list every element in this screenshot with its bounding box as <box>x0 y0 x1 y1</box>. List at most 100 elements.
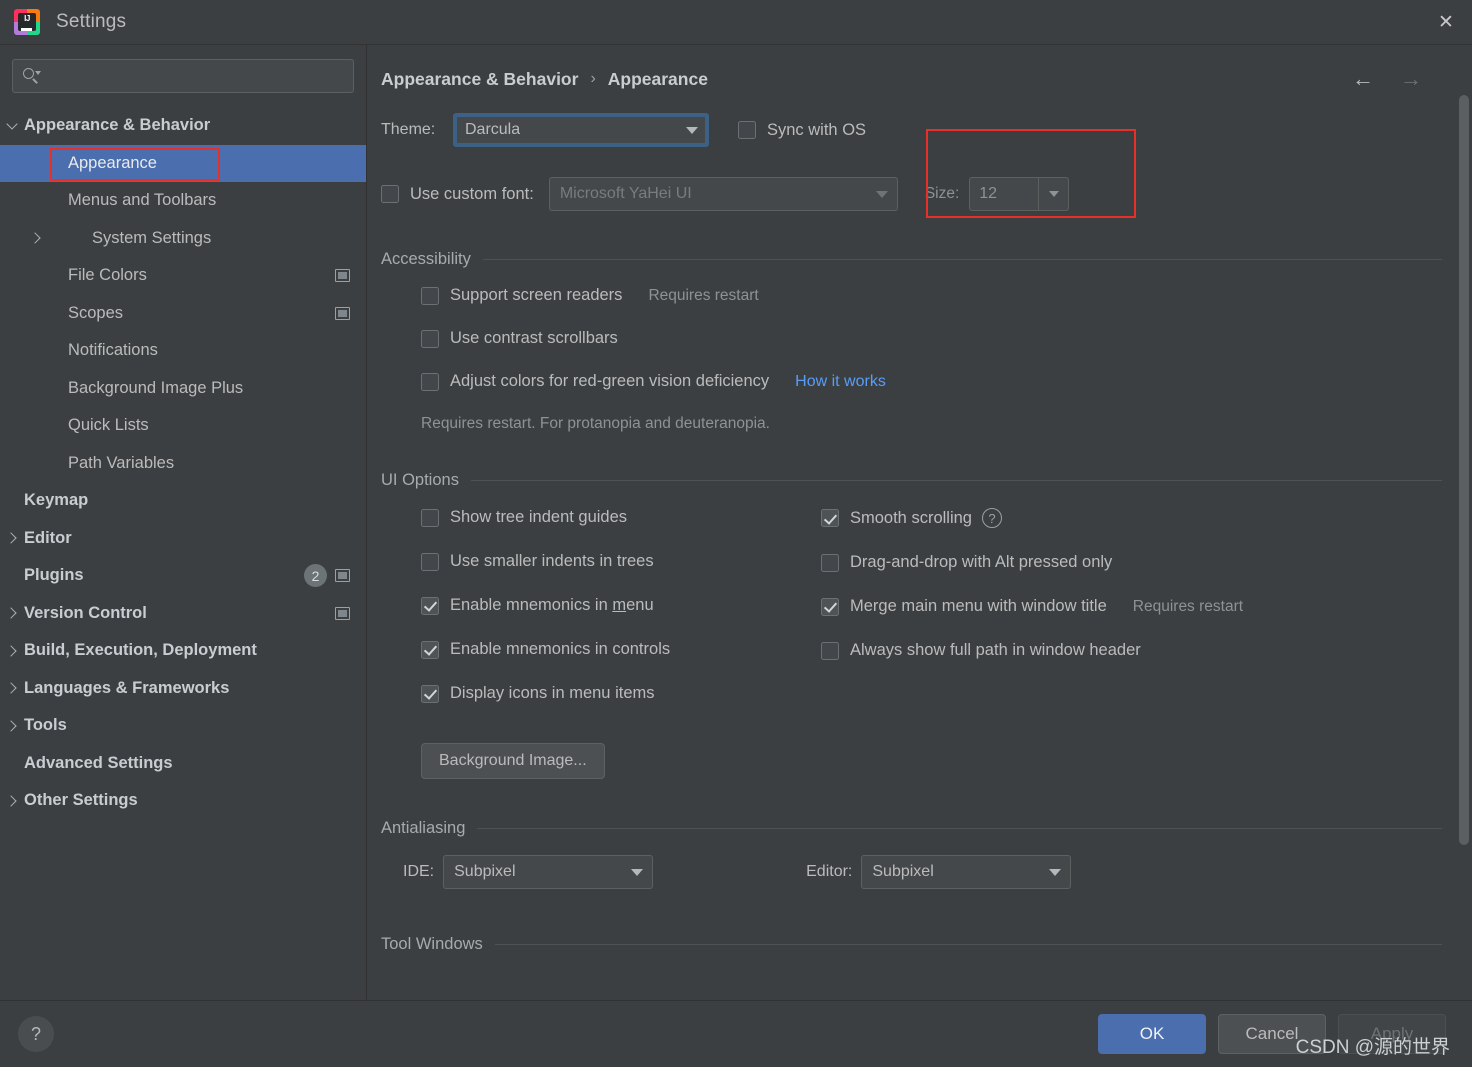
checkbox-box <box>421 286 439 305</box>
font-family-combobox[interactable]: Microsoft YaHei UI <box>548 177 898 211</box>
ok-button[interactable]: OK <box>1098 1014 1206 1054</box>
breadcrumb-parent[interactable]: Appearance & Behavior <box>381 69 578 90</box>
checkbox-use-contrast-scrollbars[interactable]: Use contrast scrollbars <box>421 329 1442 348</box>
sidebar-item-version-control[interactable]: Version Control <box>0 595 366 633</box>
sidebar-item-quick-lists[interactable]: Quick Lists <box>0 407 366 445</box>
section-divider <box>494 944 1442 945</box>
sidebar-item-path-variables[interactable]: Path Variables <box>0 445 366 483</box>
chevron-down-icon <box>871 191 893 198</box>
vertical-scrollbar[interactable] <box>1457 95 1470 994</box>
forward-arrow-icon[interactable]: → <box>1400 68 1422 90</box>
help-button[interactable]: ? <box>18 1016 54 1052</box>
chevron-right-icon[interactable] <box>0 797 24 805</box>
font-size-spinner[interactable]: 12 <box>969 177 1070 211</box>
checkbox-label: Merge main menu with window title <box>850 597 1107 615</box>
ui-options-section-header: UI Options <box>381 471 1442 490</box>
use-custom-font-checkbox[interactable]: Use custom font: <box>381 185 534 204</box>
sidebar-item-file-colors[interactable]: File Colors <box>0 257 366 295</box>
apply-button[interactable]: Apply <box>1338 1014 1446 1054</box>
theme-combobox[interactable]: Darcula <box>453 113 709 147</box>
editor-antialiasing-combobox[interactable]: Subpixel <box>861 855 1072 889</box>
checkbox-show-tree-indent-guides[interactable]: Show tree indent guides <box>421 508 821 527</box>
appearance-settings-content: Theme: Darcula Sync with OS Use custom f… <box>367 97 1472 954</box>
sync-with-os-label: Sync with OS <box>767 120 867 139</box>
checkbox-enable-mnemonics-in-controls[interactable]: Enable mnemonics in controls <box>421 640 821 659</box>
sidebar-item-scopes[interactable]: Scopes <box>0 295 366 333</box>
window-title: Settings <box>56 11 127 32</box>
tool-windows-section-header: Tool Windows <box>381 935 1442 954</box>
sidebar-item-keymap[interactable]: Keymap <box>0 482 366 520</box>
checkbox-label: Display icons in menu items <box>450 684 655 702</box>
checkbox-adjust-colors-for-red-green-vision-deficiency[interactable]: Adjust colors for red-green vision defic… <box>421 372 1442 391</box>
accessibility-section-header: Accessibility <box>381 250 1442 269</box>
breadcrumb: Appearance & Behavior › Appearance ← → <box>367 45 1472 97</box>
sidebar-item-background-image-plus[interactable]: Background Image Plus <box>0 370 366 408</box>
sidebar-item-advanced-settings[interactable]: Advanced Settings <box>0 745 366 783</box>
sidebar-item-label: File Colors <box>68 266 147 285</box>
search-box[interactable] <box>12 59 354 93</box>
checkbox-label: Adjust colors for red-green vision defic… <box>450 372 770 390</box>
checkbox-box <box>821 597 839 616</box>
checkbox-box <box>821 641 839 660</box>
checkbox-label: Smooth scrolling <box>850 508 972 527</box>
custom-font-row: Use custom font: Microsoft YaHei UI Size… <box>381 129 1442 218</box>
ui-options-columns: Show tree indent guides Use smaller inden… <box>381 494 1442 728</box>
sidebar-item-tools[interactable]: Tools <box>0 707 366 745</box>
chevron-right-icon[interactable] <box>0 684 24 692</box>
sidebar-item-build-execution-deployment[interactable]: Build, Execution, Deployment <box>0 632 366 670</box>
sidebar-item-label: Appearance <box>68 153 157 172</box>
accessibility-footnote: Requires restart. For protanopia and deu… <box>421 415 770 432</box>
project-level-setting-icon <box>335 569 350 583</box>
checkbox-enable-mnemonics-in-menu[interactable]: Enable mnemonics in menu <box>421 596 821 615</box>
ide-antialiasing-value: Subpixel <box>454 863 516 880</box>
sidebar-item-label: Advanced Settings <box>24 753 173 772</box>
sidebar-item-appearance[interactable]: Appearance <box>0 144 366 182</box>
scrollbar-thumb[interactable] <box>1459 95 1469 845</box>
chevron-right-icon[interactable] <box>0 722 24 730</box>
accessibility-options: Support screen readers Requires restart Us… <box>381 273 1442 391</box>
chevron-right-icon[interactable] <box>0 609 24 617</box>
ide-antialiasing-combobox[interactable]: Subpixel <box>443 855 654 889</box>
sidebar-item-label: Menus and Toolbars <box>68 191 217 210</box>
checkbox-label: Use contrast scrollbars <box>450 329 618 347</box>
chevron-down-icon[interactable] <box>0 124 24 128</box>
sidebar-item-other-settings[interactable]: Other Settings <box>0 782 366 820</box>
back-arrow-icon[interactable]: ← <box>1352 68 1374 90</box>
sidebar-item-label: Other Settings <box>24 791 138 810</box>
sidebar-item-menus-and-toolbars[interactable]: Menus and Toolbars <box>0 182 366 220</box>
ui-options-title: UI Options <box>381 471 459 489</box>
background-image-button[interactable]: Background Image... <box>421 743 605 779</box>
checkbox-merge-main-menu-with-window-title[interactable]: Merge main menu with window title Require… <box>821 597 1442 616</box>
sidebar-item-system-settings[interactable]: System Settings <box>0 220 366 258</box>
how-it-works-link[interactable]: How it works <box>795 373 886 391</box>
chevron-right-icon[interactable] <box>0 647 24 655</box>
search-input[interactable] <box>41 67 345 85</box>
checkbox-display-icons-in-menu-items[interactable]: Display icons in menu items <box>421 684 821 703</box>
checkbox-always-show-full-path-in-window-header[interactable]: Always show full path in window header <box>821 641 1442 660</box>
checkbox-support-screen-readers[interactable]: Support screen readers Requires restart <box>421 286 1442 305</box>
checkbox-box <box>421 684 439 703</box>
cancel-button[interactable]: Cancel <box>1218 1014 1326 1054</box>
sidebar-item-appearance-behavior[interactable]: Appearance & Behavior <box>0 107 366 145</box>
checkbox-use-smaller-indents-in-trees[interactable]: Use smaller indents in trees <box>421 552 821 571</box>
sidebar-item-plugins[interactable]: Plugins 2 <box>0 557 366 595</box>
checkbox-drag-and-drop-with-alt-pressed-only[interactable]: Drag-and-drop with Alt pressed only <box>821 553 1442 572</box>
sidebar-item-editor[interactable]: Editor <box>0 520 366 558</box>
settings-dialog: IJ Settings ✕ Appearance & Behavior Appea… <box>0 0 1472 1067</box>
checkbox-smooth-scrolling[interactable]: Smooth scrolling? <box>821 508 1442 528</box>
sidebar-item-notifications[interactable]: Notifications <box>0 332 366 370</box>
checkbox-box <box>421 329 439 348</box>
checkbox-box <box>738 121 756 139</box>
close-icon[interactable]: ✕ <box>1420 0 1472 44</box>
spinner-down-icon[interactable] <box>1038 178 1068 210</box>
sync-with-os-checkbox[interactable]: Sync with OS <box>738 121 866 140</box>
help-icon[interactable]: ? <box>981 508 1002 528</box>
nav-arrows: ← → <box>1352 68 1442 90</box>
checkbox-label: Support screen readers <box>450 286 623 304</box>
chevron-right-icon[interactable] <box>0 534 24 542</box>
sidebar-item-languages-frameworks[interactable]: Languages & Frameworks <box>0 670 366 708</box>
chevron-right-icon[interactable] <box>24 234 48 242</box>
title-bar: IJ Settings ✕ <box>0 0 1472 44</box>
sidebar-item-label: Quick Lists <box>68 416 149 435</box>
sidebar-item-label: Appearance & Behavior <box>24 116 211 135</box>
